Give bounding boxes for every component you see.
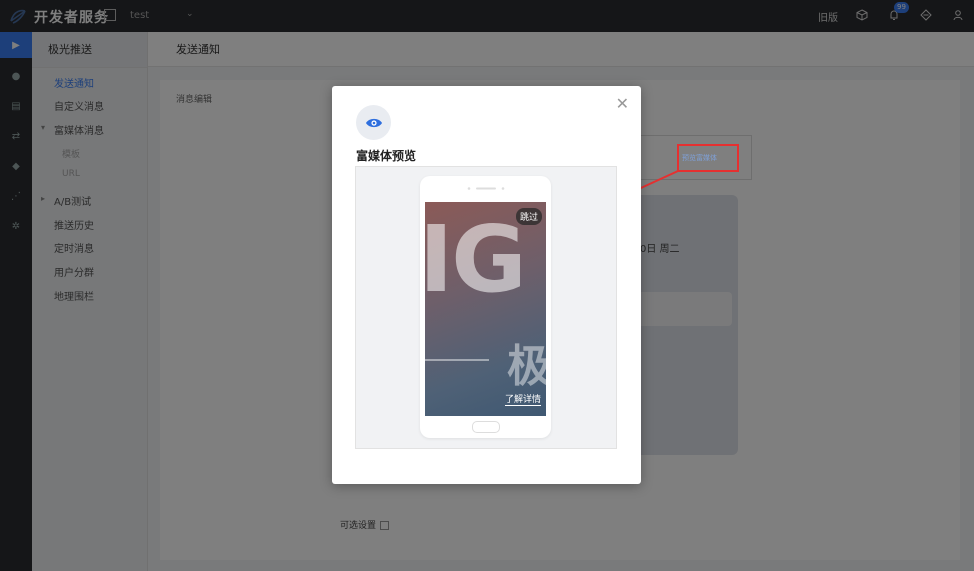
learn-more-link[interactable]: 了解详情 [504,392,541,406]
speaker-icon [467,187,505,190]
eye-icon [356,105,391,140]
skip-button[interactable]: 跳过 [515,208,542,225]
splash-ad-image: IG 极 跳过 了解详情 [425,202,546,416]
ad-dash [425,359,489,361]
phone-mockup: IG 极 跳过 了解详情 [420,176,551,438]
ad-big-text: IG [425,206,527,313]
preview-rich-media-link[interactable]: 预览富媒体 [682,153,717,163]
close-icon[interactable]: ✕ [616,94,629,113]
modal-title: 富媒体预览 [356,149,417,163]
preview-area: IG 极 跳过 了解详情 [355,166,617,449]
ad-big-char: 极 [507,341,546,392]
home-button-icon [472,421,500,433]
rich-media-preview-modal: ✕ 富媒体预览 IG 极 跳过 了解详情 [332,86,641,484]
